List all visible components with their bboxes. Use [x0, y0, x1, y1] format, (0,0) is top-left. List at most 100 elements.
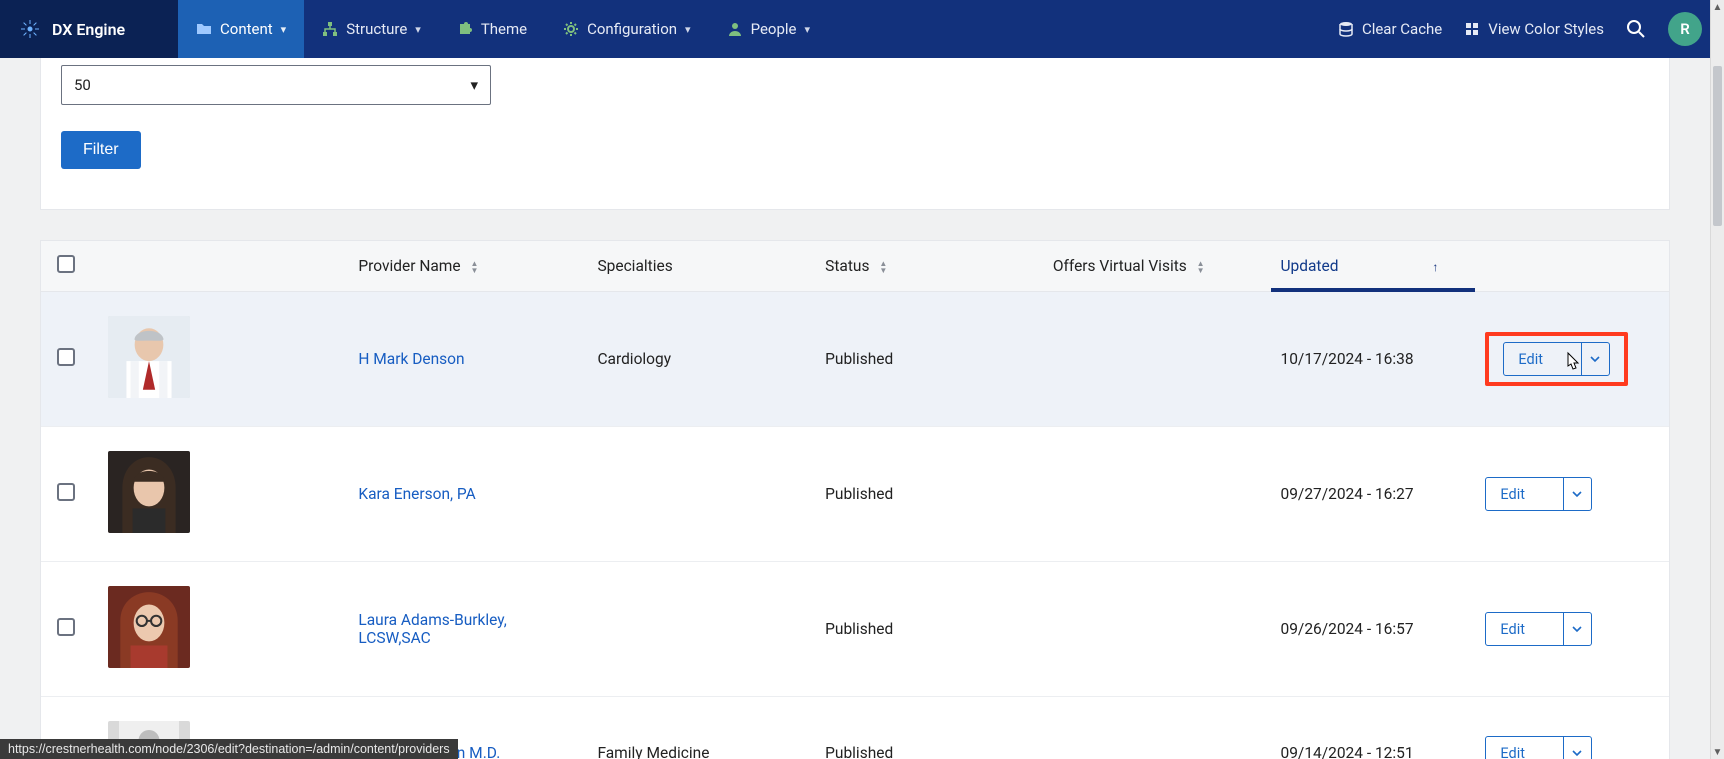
- edit-dropdown-toggle[interactable]: [1563, 613, 1591, 645]
- col-specialties: Specialties: [587, 241, 815, 292]
- brand-label: DX Engine: [52, 20, 125, 39]
- nav-people[interactable]: People ▾: [709, 0, 828, 58]
- sort-icon: ▲▼: [879, 260, 887, 274]
- clear-cache-label: Clear Cache: [1362, 20, 1442, 38]
- filter-button-label: Filter: [83, 141, 119, 158]
- nav-people-label: People: [751, 20, 797, 38]
- chevron-down-icon: ▾: [470, 76, 478, 94]
- person-icon: [727, 21, 743, 37]
- specialties-cell: [587, 427, 815, 562]
- col-status[interactable]: Status ▲▼: [815, 241, 1043, 292]
- row-checkbox[interactable]: [57, 618, 75, 636]
- col-virtual-label: Offers Virtual Visits: [1053, 257, 1187, 275]
- nav-content[interactable]: Content ▾: [178, 0, 304, 58]
- edit-button-label: Edit: [1504, 343, 1581, 375]
- updated-cell: 10/17/2024 - 16:38: [1271, 292, 1476, 427]
- provider-name-link[interactable]: Laura Adams-Burkley, LCSW,SAC: [358, 611, 506, 647]
- specialties-cell: Cardiology: [587, 292, 815, 427]
- status-bar-url: https://crestnerhealth.com/node/2306/edi…: [0, 739, 458, 759]
- col-provider-label: Provider Name: [358, 257, 460, 275]
- status-cell: Published: [815, 292, 1043, 427]
- nav-structure-label: Structure: [346, 20, 407, 38]
- nav-configuration-label: Configuration: [587, 20, 677, 38]
- user-avatar-letter: R: [1680, 20, 1690, 38]
- updated-cell: 09/26/2024 - 16:57: [1271, 562, 1476, 697]
- edit-button[interactable]: Edit: [1485, 477, 1592, 511]
- user-avatar[interactable]: R: [1668, 12, 1702, 46]
- edit-button-label: Edit: [1486, 737, 1563, 759]
- col-virtual[interactable]: Offers Virtual Visits ▲▼: [1043, 241, 1271, 292]
- edit-dropdown-toggle[interactable]: [1581, 343, 1609, 375]
- nav-theme[interactable]: Theme: [439, 0, 545, 58]
- edit-dropdown-toggle[interactable]: [1563, 737, 1591, 759]
- virtual-cell: [1043, 697, 1271, 759]
- scroll-up-arrow[interactable]: ▲: [1711, 0, 1724, 14]
- nav-primary: Content ▾ Structure ▾ Theme Configuratio…: [178, 0, 828, 58]
- select-all-checkbox[interactable]: [57, 255, 75, 273]
- sort-icon: ▲▼: [1197, 260, 1205, 274]
- clear-cache-button[interactable]: Clear Cache: [1338, 20, 1442, 38]
- virtual-cell: [1043, 427, 1271, 562]
- top-nav: DX Engine Content ▾ Structure ▾ Theme Co…: [0, 0, 1724, 58]
- records-per-page-label: Records per page: [61, 58, 1649, 59]
- edit-button[interactable]: Edit: [1503, 342, 1610, 376]
- provider-name-link[interactable]: H Mark Denson: [358, 350, 464, 368]
- sort-icon: ▲▼: [470, 260, 478, 274]
- col-provider-name[interactable]: Provider Name ▲▼: [348, 241, 587, 292]
- gear-icon: [563, 21, 579, 37]
- nav-theme-label: Theme: [481, 20, 527, 38]
- chevron-down-icon: ▾: [685, 23, 691, 36]
- status-cell: Published: [815, 562, 1043, 697]
- provider-photo: [108, 316, 190, 398]
- brand-logo-icon: [18, 17, 42, 41]
- nav-configuration[interactable]: Configuration ▾: [545, 0, 708, 58]
- puzzle-icon: [457, 21, 473, 37]
- chevron-down-icon: ▾: [415, 23, 421, 36]
- scroll-thumb[interactable]: [1713, 66, 1722, 226]
- brand[interactable]: DX Engine: [0, 0, 178, 58]
- edit-button[interactable]: Edit: [1485, 612, 1592, 646]
- providers-table: Provider Name ▲▼ Specialties Status ▲▼ O…: [40, 240, 1670, 759]
- virtual-cell: [1043, 292, 1271, 427]
- table-row: H Mark Denson Cardiology Published 10/17…: [41, 292, 1669, 427]
- edit-button-label: Edit: [1486, 478, 1563, 510]
- col-specialties-label: Specialties: [597, 257, 672, 275]
- filter-button[interactable]: Filter: [61, 131, 141, 169]
- view-color-styles-label: View Color Styles: [1488, 20, 1604, 38]
- edit-button[interactable]: Edit: [1485, 736, 1592, 759]
- col-updated-label: Updated: [1281, 257, 1339, 275]
- scrollbar[interactable]: ▲ ▼: [1710, 0, 1724, 759]
- database-icon: [1338, 21, 1354, 37]
- search-icon: [1626, 19, 1646, 39]
- chevron-down-icon: ▾: [281, 23, 287, 36]
- sort-asc-icon: ↑: [1432, 260, 1438, 274]
- nav-right: Clear Cache View Color Styles R: [1338, 0, 1724, 58]
- sitemap-icon: [322, 21, 338, 37]
- table-row: Kara Enerson, PA Published 09/27/2024 - …: [41, 427, 1669, 562]
- folder-icon: [196, 21, 212, 37]
- nav-structure[interactable]: Structure ▾: [304, 0, 439, 58]
- updated-cell: 09/27/2024 - 16:27: [1271, 427, 1476, 562]
- palette-icon: [1464, 21, 1480, 37]
- highlight-annotation: Edit: [1485, 332, 1628, 386]
- status-cell: Published: [815, 427, 1043, 562]
- edit-button-label: Edit: [1486, 613, 1563, 645]
- updated-cell: 09/14/2024 - 12:51: [1271, 697, 1476, 759]
- specialties-cell: Family Medicine: [587, 697, 815, 759]
- provider-photo: [108, 586, 190, 668]
- scroll-down-arrow[interactable]: ▼: [1711, 745, 1724, 759]
- status-cell: Published: [815, 697, 1043, 759]
- table-row: Laura Adams-Burkley, LCSW,SAC Published …: [41, 562, 1669, 697]
- records-per-page-select[interactable]: 50 ▾: [61, 65, 491, 105]
- filter-panel: ▾ ▾ ▾ Records per page 50 ▾ Filter: [40, 58, 1670, 210]
- page-scroll[interactable]: ▾ ▾ ▾ Records per page 50 ▾ Filter: [0, 58, 1710, 759]
- table-header-row: Provider Name ▲▼ Specialties Status ▲▼ O…: [41, 241, 1669, 292]
- provider-name-link[interactable]: Kara Enerson, PA: [358, 485, 475, 503]
- specialties-cell: [587, 562, 815, 697]
- search-button[interactable]: [1626, 19, 1646, 39]
- edit-dropdown-toggle[interactable]: [1563, 478, 1591, 510]
- col-updated[interactable]: Updated ↑: [1271, 241, 1476, 292]
- view-color-styles-button[interactable]: View Color Styles: [1464, 20, 1604, 38]
- row-checkbox[interactable]: [57, 483, 75, 501]
- row-checkbox[interactable]: [57, 348, 75, 366]
